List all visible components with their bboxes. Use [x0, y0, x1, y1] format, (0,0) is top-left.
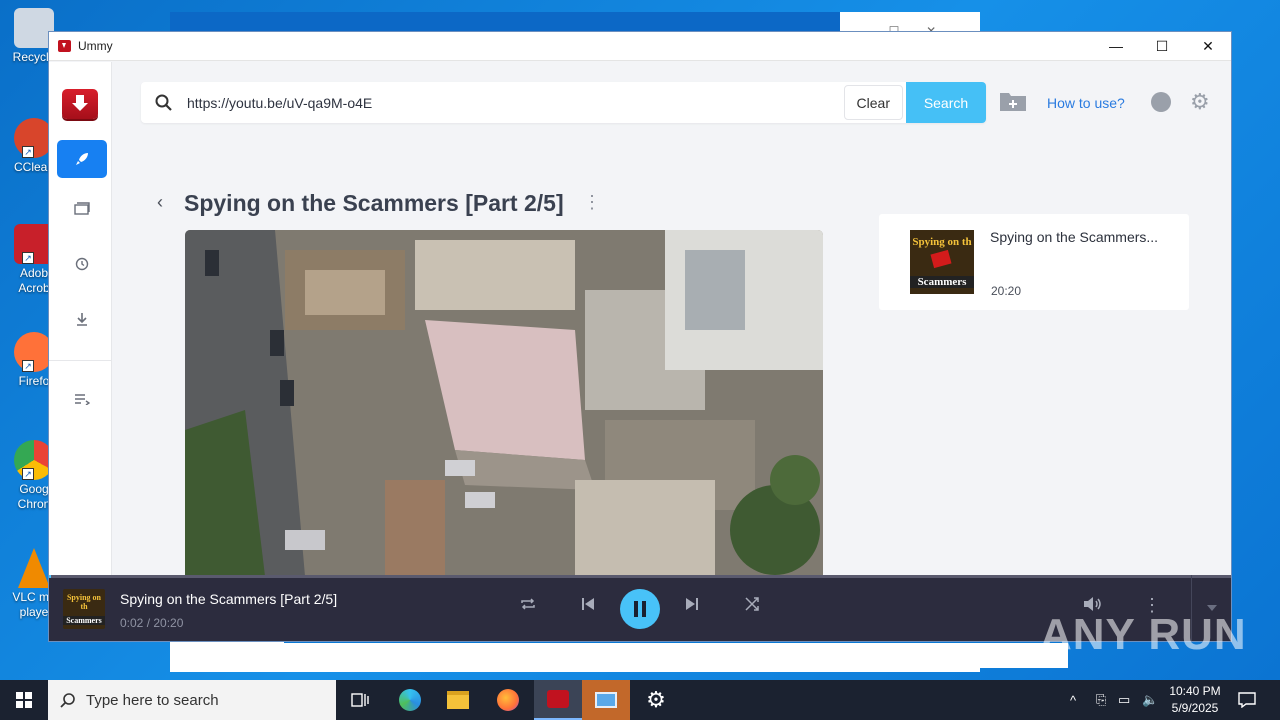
- network-icon[interactable]: ▭: [1118, 680, 1130, 720]
- download-icon: [77, 313, 87, 326]
- history-icon: [75, 257, 89, 271]
- sidebar-item-queue[interactable]: [57, 380, 107, 418]
- sidebar-item-downloads[interactable]: [57, 300, 107, 338]
- previous-icon[interactable]: [581, 597, 595, 614]
- desktop-icon-label: Firefo: [18, 374, 50, 388]
- ummy-taskbar-icon[interactable]: [534, 680, 582, 720]
- sidebar-item-library[interactable]: [57, 190, 107, 228]
- task-view-icon[interactable]: [336, 680, 384, 720]
- add-folder-icon[interactable]: [999, 90, 1027, 114]
- aerial-video-frame: [185, 230, 823, 576]
- pause-button[interactable]: [620, 589, 660, 629]
- file-explorer-icon[interactable]: [434, 680, 482, 720]
- taskbar: Type here to search ⚙ ^ ⎘ ▭ 🔈 10:40 PM 5…: [0, 680, 1280, 720]
- clear-button[interactable]: Clear: [843, 85, 903, 120]
- ummy-logo-icon: [62, 89, 98, 119]
- repeat-icon[interactable]: [520, 597, 536, 614]
- playlist-item-title: Spying on the Scammers...: [990, 229, 1159, 245]
- tray-chevron-icon[interactable]: ^: [1070, 680, 1076, 720]
- tray-usb-icon[interactable]: ⎘: [1096, 680, 1106, 720]
- next-icon[interactable]: [685, 597, 699, 614]
- window-title: Ummy: [78, 39, 113, 53]
- gear-icon[interactable]: ⚙: [1190, 91, 1212, 113]
- windows-start-icon[interactable]: [0, 680, 48, 720]
- how-to-use-link[interactable]: How to use?: [1047, 95, 1125, 111]
- rocket-icon: [76, 153, 88, 165]
- folder-stack-icon: [74, 202, 90, 215]
- back-icon[interactable]: ‹: [157, 192, 163, 213]
- edge-icon[interactable]: [386, 680, 434, 720]
- video-player[interactable]: [185, 230, 823, 576]
- search-icon: [60, 693, 75, 708]
- system-clock[interactable]: 10:40 PM 5/9/2025: [1160, 683, 1230, 717]
- main-content: Clear Search How to use? ⚙ ‹ Spying on t…: [113, 62, 1231, 576]
- notification-icon[interactable]: [1238, 680, 1256, 720]
- search-button[interactable]: Search: [906, 82, 986, 123]
- shuffle-icon[interactable]: [745, 597, 759, 614]
- app-logo-icon: [58, 40, 71, 52]
- now-playing-thumbnail: Spying on th Scammers: [63, 589, 105, 629]
- now-playing-time: 0:02 / 20:20: [120, 616, 184, 630]
- minimize-button[interactable]: —: [1093, 32, 1139, 61]
- search-bar: Clear Search: [141, 82, 986, 123]
- url-input[interactable]: [187, 94, 844, 111]
- settings-taskbar-icon[interactable]: ⚙: [632, 680, 680, 720]
- taskbar-search[interactable]: Type here to search: [48, 680, 336, 720]
- more-options-icon[interactable]: ⋮: [583, 192, 601, 213]
- now-playing-title: Spying on the Scammers [Part 2/5]: [120, 591, 338, 607]
- clock-time: 10:40 PM: [1169, 684, 1221, 698]
- taskbar-search-placeholder: Type here to search: [86, 691, 219, 709]
- firefox-taskbar-icon[interactable]: [484, 680, 532, 720]
- close-button[interactable]: ✕: [1185, 32, 1231, 61]
- queue-icon: [75, 394, 90, 405]
- control-panel-taskbar-icon[interactable]: [582, 680, 630, 720]
- background-window-bottom: [284, 640, 1068, 668]
- playback-progress[interactable]: [49, 575, 1231, 578]
- playlist-item[interactable]: Spying on th Scammers Spying on the Scam…: [879, 214, 1189, 310]
- sidebar-item-download[interactable]: [57, 140, 107, 178]
- user-icon[interactable]: [1151, 92, 1171, 112]
- clock-date: 5/9/2025: [1171, 701, 1219, 715]
- speaker-icon[interactable]: 🔈: [1142, 680, 1158, 720]
- video-title: Spying on the Scammers [Part 2/5]: [184, 190, 564, 216]
- playlist-item-duration: 20:20: [991, 284, 1022, 298]
- playlist-thumbnail: Spying on th Scammers: [910, 230, 974, 294]
- maximize-button[interactable]: ☐: [1139, 32, 1185, 61]
- title-bar: Ummy — ☐ ✕: [49, 32, 1231, 61]
- watermark: ANY RUN: [1040, 610, 1247, 659]
- sidebar: [49, 62, 112, 576]
- ummy-window: Ummy — ☐ ✕ Clear: [48, 31, 1232, 642]
- sidebar-item-history[interactable]: [57, 245, 107, 283]
- search-icon: [141, 94, 187, 112]
